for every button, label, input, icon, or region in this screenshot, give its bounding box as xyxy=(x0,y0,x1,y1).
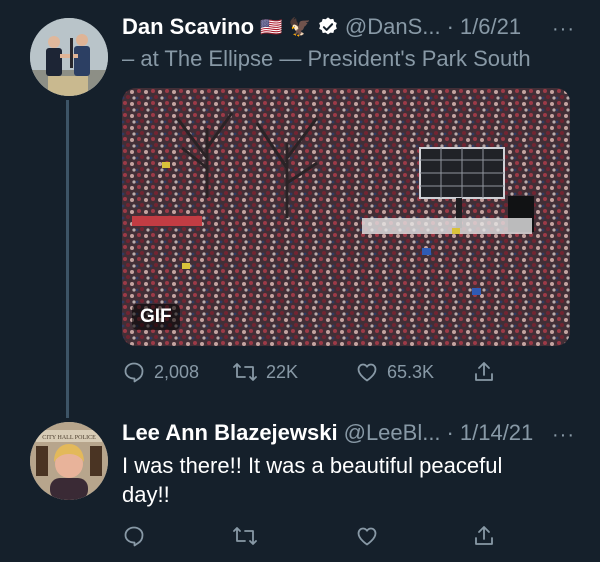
lee-ann-avatar[interactable]: CITY HALL POLICE xyxy=(30,422,108,500)
author-handle[interactable]: @DanS... xyxy=(345,14,441,40)
retweet-icon xyxy=(233,363,257,381)
tweet-date[interactable]: 1/14/21 xyxy=(460,420,533,446)
like-count: 65.3K xyxy=(387,361,435,382)
like-icon xyxy=(357,527,377,546)
crowd-image xyxy=(122,88,570,346)
retweet-count: 22K xyxy=(266,361,299,382)
share-icon xyxy=(475,362,493,381)
retweet-button[interactable]: 22K xyxy=(232,360,298,384)
tweet-date[interactable]: 1/6/21 xyxy=(460,14,521,40)
author-handle[interactable]: @LeeBl... xyxy=(344,420,441,446)
reply-count: 2,008 xyxy=(154,361,200,382)
more-icon[interactable]: ··· xyxy=(552,18,575,41)
tweet1-header: Dan Scavino 🇺🇸 🦅 @DanS... · 1/6/21 xyxy=(122,14,521,40)
avatar-photo xyxy=(30,18,108,96)
gif-badge: GIF xyxy=(132,304,180,330)
tweet2-header: Lee Ann Blazejewski @LeeBl... · 1/14/21 xyxy=(122,420,533,446)
reply-button[interactable] xyxy=(122,524,146,548)
us-flag-icon: 🇺🇸 xyxy=(260,16,283,37)
share-button[interactable] xyxy=(472,360,496,384)
like-icon xyxy=(357,363,377,382)
more-icon[interactable]: ··· xyxy=(552,424,575,447)
dot-separator: · xyxy=(446,14,454,39)
share-icon xyxy=(475,526,493,545)
author-name[interactable]: Lee Ann Blazejewski xyxy=(122,420,338,446)
like-button[interactable]: 65.3K xyxy=(355,360,434,384)
author-name[interactable]: Dan Scavino xyxy=(122,14,254,40)
avatar-photo: CITY HALL POLICE xyxy=(30,422,108,500)
retweet-icon xyxy=(233,527,257,545)
like-button[interactable] xyxy=(355,524,379,548)
dot-separator: · xyxy=(446,420,454,445)
reply-button[interactable]: 2,008 xyxy=(122,360,199,384)
tweet-text: I was there!! It was a beautiful peacefu… xyxy=(122,453,503,507)
reply-icon xyxy=(124,362,144,383)
thread-connector-line xyxy=(66,100,69,418)
dan-scavino-avatar[interactable] xyxy=(30,18,108,96)
tweet-media-gif[interactable] xyxy=(122,88,570,346)
location-text[interactable]: – at The Ellipse — President's Park Sout… xyxy=(122,46,531,72)
share-button[interactable] xyxy=(472,524,496,548)
retweet-button[interactable] xyxy=(232,524,258,548)
avatar-sign-text: CITY HALL POLICE xyxy=(42,435,96,441)
verified-badge-icon xyxy=(319,17,337,35)
eagle-icon: 🦅 xyxy=(288,16,311,37)
reply-icon xyxy=(124,526,144,547)
